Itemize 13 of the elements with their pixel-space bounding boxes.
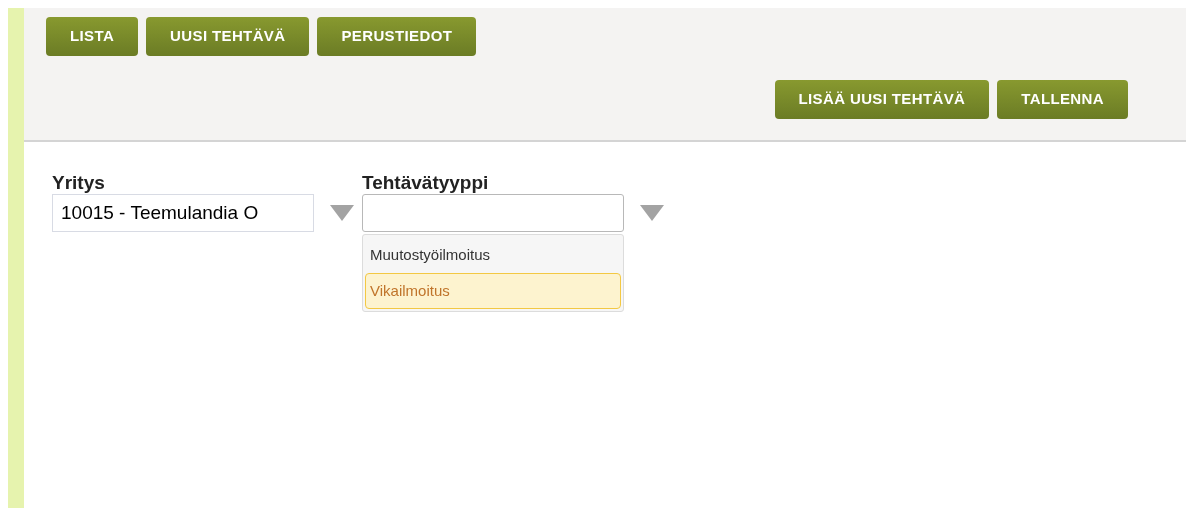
menu-button[interactable]: TALLENNA bbox=[997, 80, 1128, 119]
select-field[interactable]: 10015 - Teemulandia O bbox=[52, 194, 314, 232]
menu-button[interactable]: UUSI TEHTÄVÄ bbox=[146, 17, 310, 56]
dropdown-arrow-icon[interactable] bbox=[640, 205, 664, 221]
dropdown-option[interactable]: Vikailmoitus bbox=[365, 273, 621, 309]
menu-button[interactable]: LISÄÄ UUSI TEHTÄVÄ bbox=[774, 80, 990, 119]
field-label: Yritys bbox=[52, 172, 106, 194]
menu-button[interactable]: PERUSTIEDOT bbox=[317, 17, 477, 56]
field-label: Tehtävätyyppi bbox=[362, 172, 490, 194]
menu-button[interactable]: LISTA bbox=[46, 17, 139, 56]
dropdown-arrow-icon[interactable] bbox=[330, 205, 354, 221]
select-field[interactable] bbox=[362, 194, 624, 232]
dropdown-option[interactable]: Muutostyöilmoitus bbox=[365, 237, 621, 273]
